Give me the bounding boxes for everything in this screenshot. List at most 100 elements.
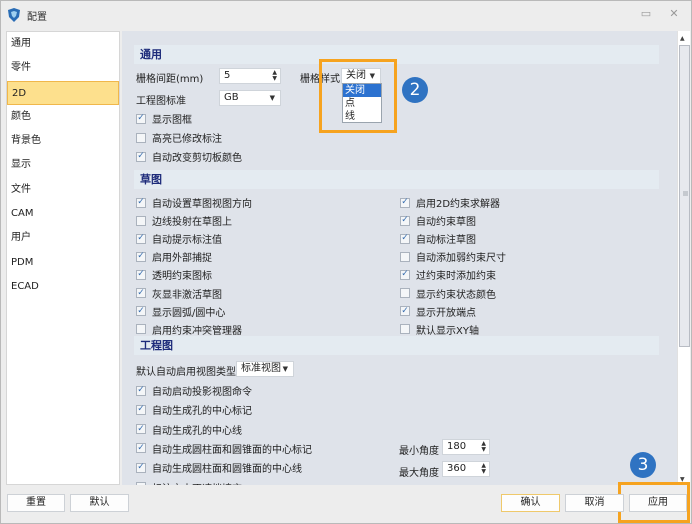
drawing-checkbox[interactable]: ✓ 自动生成孔的中心标记: [136, 402, 252, 417]
sketch-right-checkbox[interactable]: 默认显示XY轴: [400, 322, 479, 337]
chevron-down-icon: ▼: [269, 94, 275, 102]
grid-spacing-value: 5: [224, 70, 231, 81]
vertical-scrollbar[interactable]: ▲ ▼: [677, 31, 690, 485]
default-button[interactable]: 默认: [70, 494, 129, 512]
checkbox-checked-icon[interactable]: ✓: [400, 306, 410, 317]
drawing-checkbox[interactable]: ✓ 自动生成孔的中心线: [136, 422, 242, 437]
sidebar-item-file[interactable]: 文件: [7, 178, 119, 202]
sidebar-item-part[interactable]: 零件: [7, 56, 119, 80]
sketch-left-checkbox[interactable]: ✓ 启用外部捕捉: [136, 249, 212, 264]
sidebar-item-2d[interactable]: 2D: [7, 80, 119, 105]
spinner-icon[interactable]: ▲ ▼: [481, 441, 486, 453]
checkbox-clipboard-color[interactable]: ✓ 自动改变剪切板颜色: [136, 149, 242, 164]
checkbox-checked-icon[interactable]: ✓: [400, 215, 410, 226]
view-type-select[interactable]: 标准视图 ▼: [236, 361, 294, 377]
checkbox-checked-icon[interactable]: ✓: [136, 233, 146, 244]
feedback-icon[interactable]: ▭: [639, 7, 653, 21]
checkbox-label: 启用2D约束求解器: [416, 199, 501, 210]
checkbox-checked-icon[interactable]: ✓: [136, 288, 146, 298]
sidebar-item-cam[interactable]: CAM: [7, 202, 119, 226]
checkbox-show-frame[interactable]: ✓ 显示图框: [136, 111, 192, 126]
checkbox-checked-icon[interactable]: ✓: [136, 404, 146, 415]
checkbox-checked-icon[interactable]: ✓: [136, 113, 146, 124]
drawing-standard-value: GB: [224, 92, 239, 103]
checkbox-label: 自动设置草图视图方向: [152, 199, 252, 210]
checkbox-label: 自动约束草图: [416, 217, 476, 229]
title-bar: 配置 ▭ ✕: [1, 1, 691, 29]
annotation-badge-3: 3: [630, 452, 656, 478]
drawing-checkbox[interactable]: ✓ 自动启动投影视图命令: [136, 383, 252, 398]
checkbox-checked-icon[interactable]: ✓: [400, 269, 410, 280]
sidebar-item-display[interactable]: 显示: [7, 153, 119, 177]
drawing-checkbox[interactable]: ✓ 自动生成圆柱面和圆锥面的中心标记: [136, 441, 312, 456]
sketch-left-checkbox[interactable]: 启用约束冲突管理器: [136, 322, 242, 337]
sketch-right-checkbox[interactable]: ✓ 自动标注草图: [400, 231, 476, 246]
checkbox-unchecked-icon[interactable]: [136, 324, 146, 335]
checkbox-unchecked-icon[interactable]: [400, 288, 410, 298]
checkbox-checked-icon[interactable]: ✓: [136, 385, 146, 396]
sketch-right-checkbox[interactable]: 显示约束状态颜色: [400, 286, 496, 301]
checkbox-unchecked-icon[interactable]: [136, 132, 146, 143]
settings-panel: 通用 栅格间距(mm) 5 ▲ ▼ 栅格样式 关闭 ▼ 关闭 点 线 工程图标准 …: [122, 31, 677, 485]
checkbox-label: 灰显非激活草图: [152, 289, 222, 301]
checkbox-label: 显示圆弧/圆中心: [152, 307, 226, 319]
grid-spacing-input[interactable]: 5 ▲ ▼: [219, 68, 281, 84]
sidebar-item-color[interactable]: 颜色: [7, 105, 119, 129]
checkbox-label: 自动生成孔的中心标记: [152, 406, 252, 418]
close-icon[interactable]: ✕: [667, 7, 681, 21]
sketch-left-checkbox[interactable]: ✓ 自动提示标注值: [136, 231, 222, 246]
config-dialog: 配置 ▭ ✕ 通用 零件 2D 颜色 背景色 显示 文件 CAM 用户 PDM …: [0, 0, 692, 524]
checkbox-checked-icon[interactable]: ✓: [400, 197, 410, 208]
checkbox-unchecked-icon[interactable]: [136, 482, 146, 485]
spinner-icon[interactable]: ▲ ▼: [481, 463, 486, 475]
sketch-left-checkbox[interactable]: ✓ 显示圆弧/圆中心: [136, 304, 225, 319]
checkbox-checked-icon[interactable]: ✓: [136, 151, 146, 162]
checkbox-checked-icon[interactable]: ✓: [400, 233, 410, 244]
scrollbar-thumb[interactable]: [679, 45, 690, 347]
confirm-button[interactable]: 确认: [501, 494, 560, 512]
spinner-icon[interactable]: ▲ ▼: [272, 70, 277, 82]
sketch-right-checkbox[interactable]: ✓ 显示开放端点: [400, 304, 476, 319]
checkbox-checked-icon[interactable]: ✓: [136, 424, 146, 435]
apply-button[interactable]: 应用: [629, 494, 687, 512]
sketch-left-checkbox[interactable]: 边线投射在草图上: [136, 213, 232, 228]
checkbox-unchecked-icon[interactable]: [136, 215, 146, 226]
checkbox-checked-icon[interactable]: ✓: [136, 197, 146, 208]
annotation-badge-2: 2: [402, 77, 428, 103]
checkbox-label: 过约束时添加约束: [416, 271, 496, 283]
window-title: 配置: [27, 11, 47, 23]
chevron-down-icon: ▼: [282, 365, 288, 373]
checkbox-unchecked-icon[interactable]: [400, 251, 410, 262]
sidebar-item-background[interactable]: 背景色: [7, 129, 119, 153]
sketch-right-checkbox[interactable]: ✓ 启用2D约束求解器: [400, 195, 500, 210]
checkbox-checked-icon[interactable]: ✓: [136, 269, 146, 280]
cancel-button[interactable]: 取消: [565, 494, 624, 512]
sketch-right-checkbox[interactable]: ✓ 自动约束草图: [400, 213, 476, 228]
checkbox-checked-icon[interactable]: ✓: [136, 443, 146, 454]
view-type-value: 标准视图: [241, 363, 281, 374]
sketch-left-checkbox[interactable]: ✓ 自动设置草图视图方向: [136, 195, 252, 210]
checkbox-checked-icon[interactable]: ✓: [136, 306, 146, 317]
drawing-standard-label: 工程图标准: [136, 96, 186, 107]
checkbox-label: 自动标注草图: [416, 235, 476, 247]
sketch-left-checkbox[interactable]: ✓ 灰显非激活草图: [136, 286, 222, 301]
drawing-checkbox[interactable]: 标注文本不遮挡填充: [136, 480, 242, 485]
min-angle-input[interactable]: 180 ▲ ▼: [442, 439, 490, 455]
checkbox-highlight-modified[interactable]: 高亮已修改标注: [136, 130, 222, 145]
sketch-left-checkbox[interactable]: ✓ 透明约束图标: [136, 267, 212, 282]
sidebar-item-pdm[interactable]: PDM: [7, 251, 119, 275]
sidebar-item-user[interactable]: 用户: [7, 226, 119, 250]
scroll-up-icon[interactable]: ▲: [680, 35, 685, 42]
sidebar-item-ecad[interactable]: ECAD: [7, 275, 119, 299]
max-angle-input[interactable]: 360 ▲ ▼: [442, 461, 490, 477]
checkbox-checked-icon[interactable]: ✓: [136, 251, 146, 262]
sketch-right-checkbox[interactable]: ✓ 过约束时添加约束: [400, 267, 496, 282]
reset-button[interactable]: 重置: [7, 494, 65, 512]
sidebar-item-general[interactable]: 通用: [7, 32, 119, 56]
grid-spacing-label: 栅格间距(mm): [136, 74, 204, 85]
sketch-right-checkbox[interactable]: 自动添加弱约束尺寸: [400, 249, 506, 264]
checkbox-checked-icon[interactable]: ✓: [136, 462, 146, 473]
drawing-checkbox[interactable]: ✓ 自动生成圆柱面和圆锥面的中心线: [136, 460, 302, 475]
drawing-standard-select[interactable]: GB ▼: [219, 90, 281, 106]
checkbox-unchecked-icon[interactable]: [400, 324, 410, 335]
